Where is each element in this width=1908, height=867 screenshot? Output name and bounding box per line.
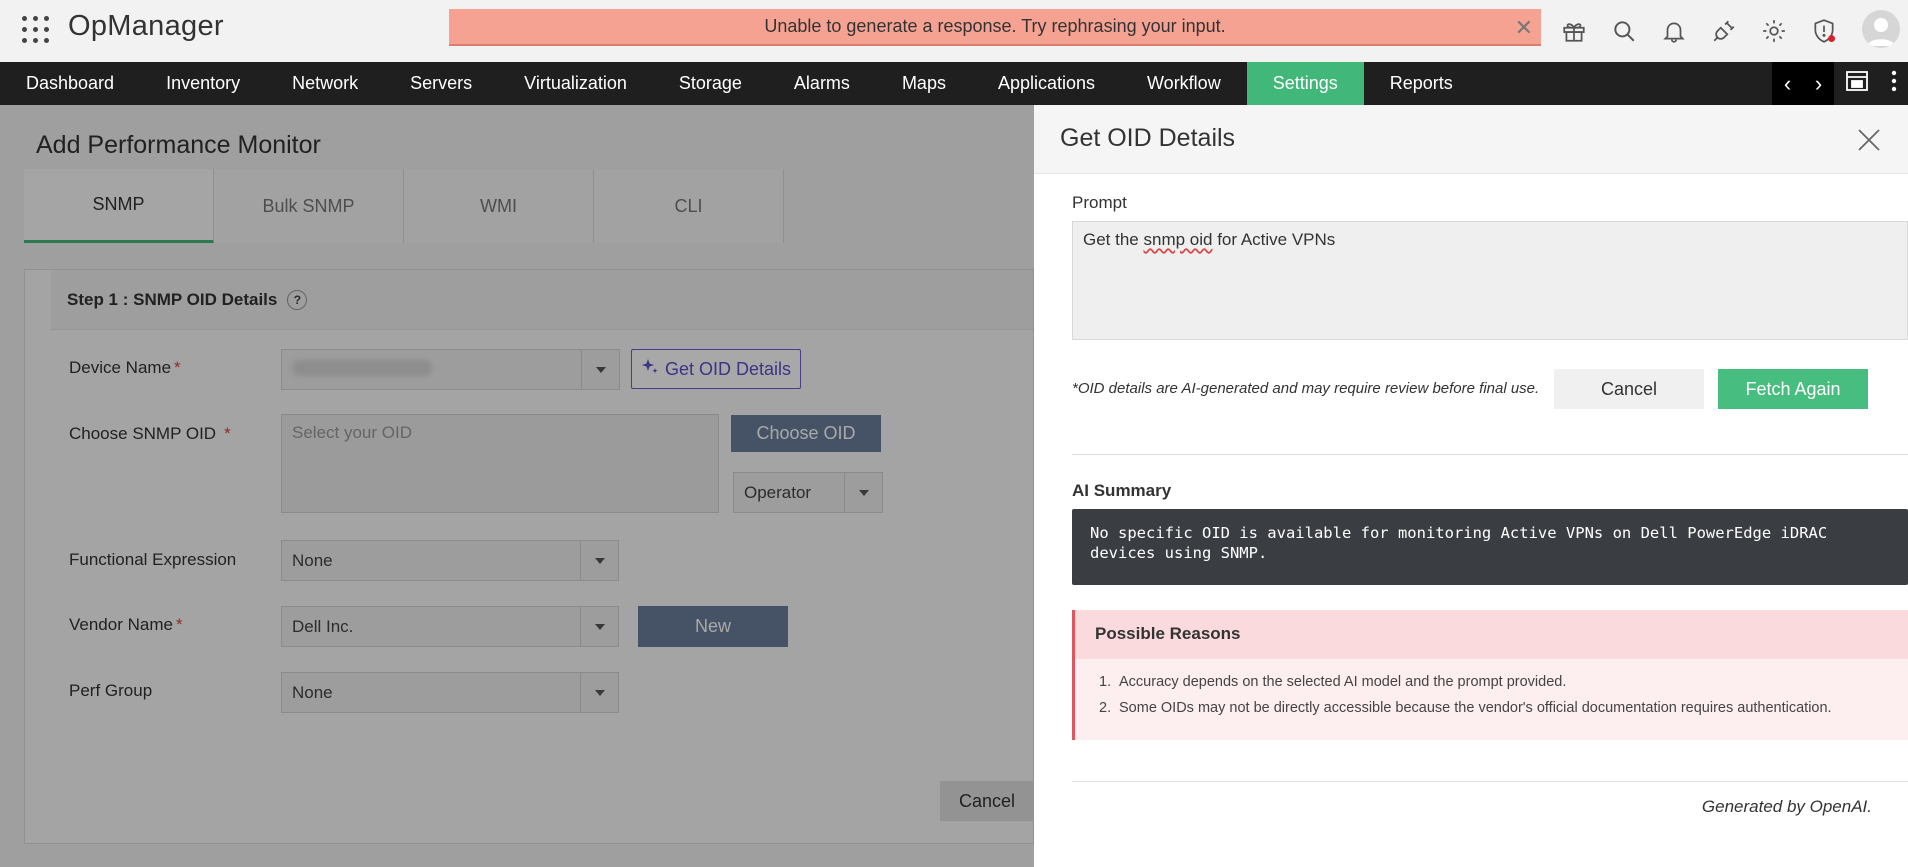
- window-icon[interactable]: [1845, 71, 1868, 96]
- fetch-again-button[interactable]: Fetch Again: [1718, 369, 1868, 409]
- panel-header: Get OID Details: [1034, 105, 1908, 174]
- shield-alert-icon[interactable]: [1806, 14, 1842, 48]
- new-vendor-button[interactable]: New: [638, 606, 788, 647]
- nav-applications[interactable]: Applications: [972, 62, 1121, 105]
- choose-oid-label: Choose SNMP OID *: [69, 424, 231, 443]
- device-name-value-blurred: [292, 360, 432, 376]
- ai-disclaimer: *OID details are AI-generated and may re…: [1072, 380, 1540, 397]
- help-icon[interactable]: ?: [287, 289, 308, 310]
- chevron-down-icon: [581, 350, 619, 389]
- nav-scroll-controls: ‹ ›: [1772, 62, 1834, 105]
- nav-right-tools: [1834, 62, 1908, 105]
- perf-group-select[interactable]: None: [281, 672, 619, 713]
- chevron-down-icon: [580, 673, 618, 712]
- app-logo: OpManager: [68, 10, 224, 42]
- vendor-name-select[interactable]: Dell Inc.: [281, 606, 619, 647]
- chevron-down-icon: [580, 607, 618, 646]
- panel-cancel-button[interactable]: Cancel: [1554, 369, 1704, 409]
- tab-cli[interactable]: CLI: [594, 169, 784, 243]
- more-vertical-icon[interactable]: [1891, 70, 1897, 97]
- choose-oid-button[interactable]: Choose OID: [731, 415, 881, 452]
- oid-textarea[interactable]: Select your OID: [281, 414, 719, 513]
- cancel-button[interactable]: Cancel: [940, 781, 1034, 821]
- misspelled-text: snmp oid: [1143, 230, 1213, 249]
- chevron-down-icon: [844, 473, 882, 512]
- reasons-list: 1. Accuracy depends on the selected AI mo…: [1099, 674, 1832, 726]
- header-icons: [1556, 14, 1842, 48]
- divider: [1072, 781, 1908, 782]
- gear-icon[interactable]: [1756, 14, 1792, 48]
- nav-reports[interactable]: Reports: [1364, 62, 1479, 105]
- perf-group-label: Perf Group: [69, 681, 153, 700]
- search-icon[interactable]: [1606, 14, 1642, 48]
- tab-bulk-snmp[interactable]: Bulk SNMP: [214, 169, 404, 243]
- monitor-tabs: SNMP Bulk SNMP WMI CLI: [24, 169, 784, 243]
- possible-reasons: Possible Reasons 1. Accuracy depends on t…: [1072, 610, 1908, 740]
- nav-inventory[interactable]: Inventory: [140, 62, 266, 105]
- divider: [1072, 454, 1908, 455]
- nav-network[interactable]: Network: [266, 62, 384, 105]
- nav-virtualization[interactable]: Virtualization: [498, 62, 653, 105]
- error-message: Unable to generate a response. Try rephr…: [764, 16, 1226, 36]
- panel-title: Get OID Details: [1060, 124, 1236, 152]
- get-oid-details-panel: Get OID Details Prompt Get the snmp oid …: [1034, 105, 1908, 867]
- app-grid-icon[interactable]: [22, 16, 50, 44]
- nav-settings[interactable]: Settings: [1246, 62, 1364, 105]
- tab-snmp[interactable]: SNMP: [24, 169, 214, 243]
- get-oid-details-button[interactable]: Get OID Details: [631, 349, 801, 389]
- nav-maps[interactable]: Maps: [876, 62, 972, 105]
- operator-select[interactable]: Operator: [733, 472, 883, 513]
- nav-storage[interactable]: Storage: [653, 62, 768, 105]
- device-name-select[interactable]: [281, 349, 620, 390]
- ai-summary-box: No specific OID is available for monitor…: [1072, 509, 1908, 585]
- ai-summary-label: AI Summary: [1072, 481, 1172, 500]
- prompt-input[interactable]: Get the snmp oid for Active VPNs: [1072, 221, 1908, 340]
- gift-icon[interactable]: [1556, 14, 1592, 48]
- reasons-title: Possible Reasons: [1075, 610, 1908, 659]
- top-bar: OpManager Unable to generate a response.…: [0, 0, 1908, 62]
- vendor-name-label: Vendor Name *: [69, 615, 183, 634]
- tab-wmi[interactable]: WMI: [404, 169, 594, 243]
- error-banner: Unable to generate a response. Try rephr…: [449, 9, 1541, 46]
- avatar[interactable]: [1862, 10, 1900, 48]
- step-header: Step 1 : SNMP OID Details ?: [51, 270, 1033, 330]
- page-title: Add Performance Monitor: [36, 131, 321, 159]
- close-icon[interactable]: [1854, 125, 1884, 155]
- device-name-label: Device Name *: [69, 358, 181, 377]
- nav-alarms[interactable]: Alarms: [768, 62, 876, 105]
- nav-servers[interactable]: Servers: [384, 62, 498, 105]
- chevron-right-icon[interactable]: ›: [1815, 71, 1822, 97]
- plug-icon[interactable]: [1706, 14, 1742, 48]
- main-nav: Dashboard Inventory Network Servers Virt…: [0, 62, 1908, 105]
- generated-by-label: Generated by OpenAI.: [1701, 797, 1872, 816]
- list-item: 2. Some OIDs may not be directly accessib…: [1099, 700, 1832, 716]
- functional-expression-select[interactable]: None: [281, 540, 619, 581]
- nav-dashboard[interactable]: Dashboard: [0, 62, 140, 105]
- step-title: Step 1 : SNMP OID Details: [67, 289, 278, 309]
- sparkle-icon: [641, 358, 659, 381]
- chevron-left-icon[interactable]: ‹: [1784, 71, 1791, 97]
- functional-expression-label: Functional Expression: [69, 550, 237, 569]
- bell-icon[interactable]: [1656, 14, 1692, 48]
- main-content: Add Performance Monitor SNMP Bulk SNMP W…: [0, 105, 1034, 867]
- chevron-down-icon: [580, 541, 618, 580]
- list-item: 1. Accuracy depends on the selected AI mo…: [1099, 674, 1567, 690]
- close-icon[interactable]: ✕: [1515, 15, 1533, 41]
- prompt-label: Prompt: [1072, 193, 1127, 212]
- nav-workflow[interactable]: Workflow: [1121, 62, 1247, 105]
